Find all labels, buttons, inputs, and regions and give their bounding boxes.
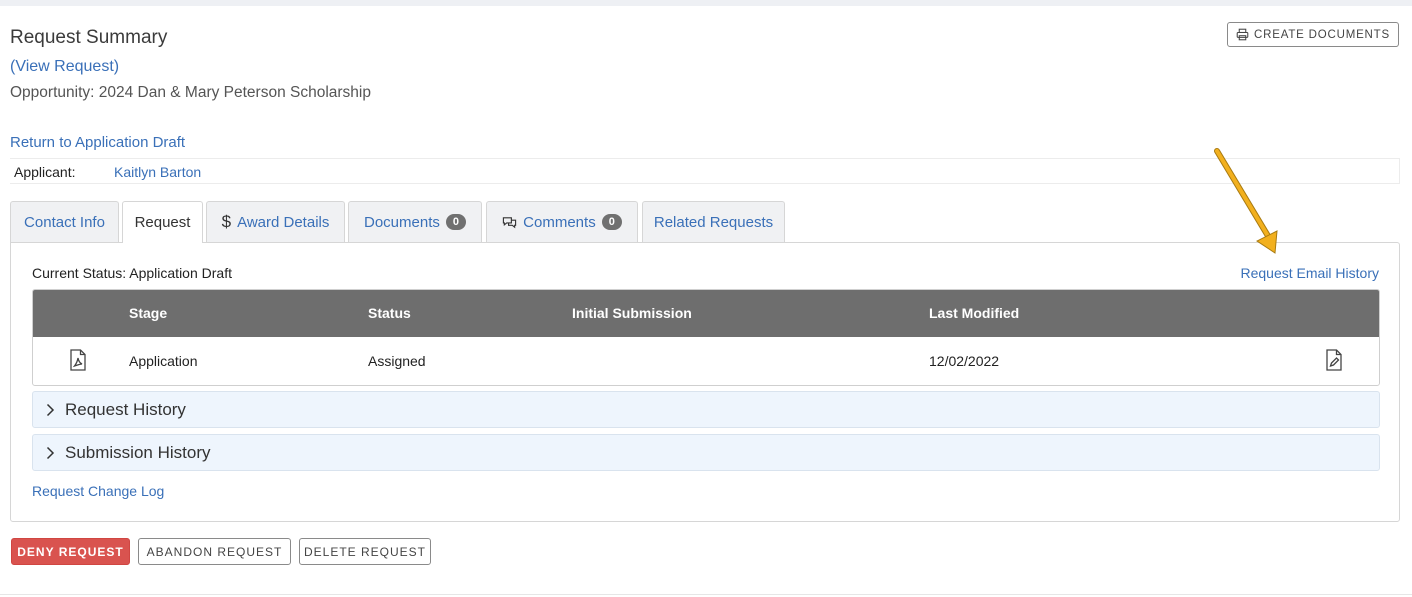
tab-label: Documents xyxy=(364,213,440,231)
accordion-label: Request History xyxy=(65,399,186,419)
accordion-label: Submission History xyxy=(65,442,211,462)
tab-contact-info[interactable]: Contact Info xyxy=(10,201,119,242)
opportunity-label: Opportunity: 2024 Dan & Mary Peterson Sc… xyxy=(10,84,371,101)
return-to-draft-link[interactable]: Return to Application Draft xyxy=(10,134,185,151)
create-documents-button[interactable]: CREATE DOCUMENTS xyxy=(1227,22,1399,47)
chevron-right-icon xyxy=(46,403,55,416)
pdf-file-icon[interactable] xyxy=(69,349,87,371)
top-strip xyxy=(0,0,1412,6)
delete-request-button[interactable]: DELETE REQUEST xyxy=(299,538,431,565)
current-status: Current Status: Application Draft xyxy=(32,265,232,281)
dollar-icon: $ xyxy=(221,212,232,231)
bottom-divider xyxy=(0,594,1412,595)
tab-request[interactable]: Request xyxy=(122,201,203,243)
tab-documents[interactable]: Documents 0 xyxy=(348,201,482,242)
annotation-arrow-icon xyxy=(1214,148,1278,254)
deny-request-button[interactable]: DENY REQUEST xyxy=(11,538,130,565)
chevron-right-icon xyxy=(46,446,55,459)
cell-status: Assigned xyxy=(368,353,426,369)
table-header: Stage Status Initial Submission Last Mod… xyxy=(33,290,1379,337)
applicant-label: Applicant: xyxy=(14,164,76,180)
comments-icon xyxy=(503,216,517,228)
tab-related-requests[interactable]: Related Requests xyxy=(642,201,785,242)
tab-award-details[interactable]: $ Award Details xyxy=(206,201,345,242)
tab-label: Award Details xyxy=(237,213,330,231)
submission-history-accordion[interactable]: Submission History xyxy=(32,434,1380,471)
cell-stage: Application xyxy=(129,353,198,369)
tab-label: Related Requests xyxy=(653,213,774,231)
header-stage: Stage xyxy=(129,305,168,321)
cell-last-modified: 12/02/2022 xyxy=(929,353,1000,369)
view-request-link[interactable]: (View Request) xyxy=(10,58,119,76)
tab-label: Request xyxy=(134,214,191,231)
abandon-request-button[interactable]: ABANDON REQUEST xyxy=(138,538,291,565)
page-title: Request Summary xyxy=(10,27,168,48)
tab-comments[interactable]: Comments 0 xyxy=(486,201,638,242)
request-email-history-link[interactable]: Request Email History xyxy=(1241,265,1380,281)
request-history-accordion[interactable]: Request History xyxy=(32,391,1380,428)
edit-file-icon[interactable] xyxy=(1325,349,1343,371)
request-panel: Current Status: Application Draft Reques… xyxy=(10,242,1400,522)
stage-table: Stage Status Initial Submission Last Mod… xyxy=(32,289,1380,386)
tab-label: Contact Info xyxy=(24,213,105,231)
create-documents-label: CREATE DOCUMENTS xyxy=(1254,28,1390,41)
comments-count-badge: 0 xyxy=(601,214,622,230)
applicant-name-link[interactable]: Kaitlyn Barton xyxy=(114,164,201,180)
applicant-row: Applicant: Kaitlyn Barton xyxy=(10,158,1400,184)
printer-icon xyxy=(1236,28,1249,41)
header-status: Status xyxy=(368,305,411,321)
table-row: Application Assigned 12/02/2022 xyxy=(33,337,1379,385)
header-last-modified: Last Modified xyxy=(929,305,1020,321)
request-change-log-link[interactable]: Request Change Log xyxy=(32,483,164,499)
header-initial-submission: Initial Submission xyxy=(572,305,692,321)
tab-label: Comments xyxy=(523,213,596,231)
documents-count-badge: 0 xyxy=(445,214,466,230)
